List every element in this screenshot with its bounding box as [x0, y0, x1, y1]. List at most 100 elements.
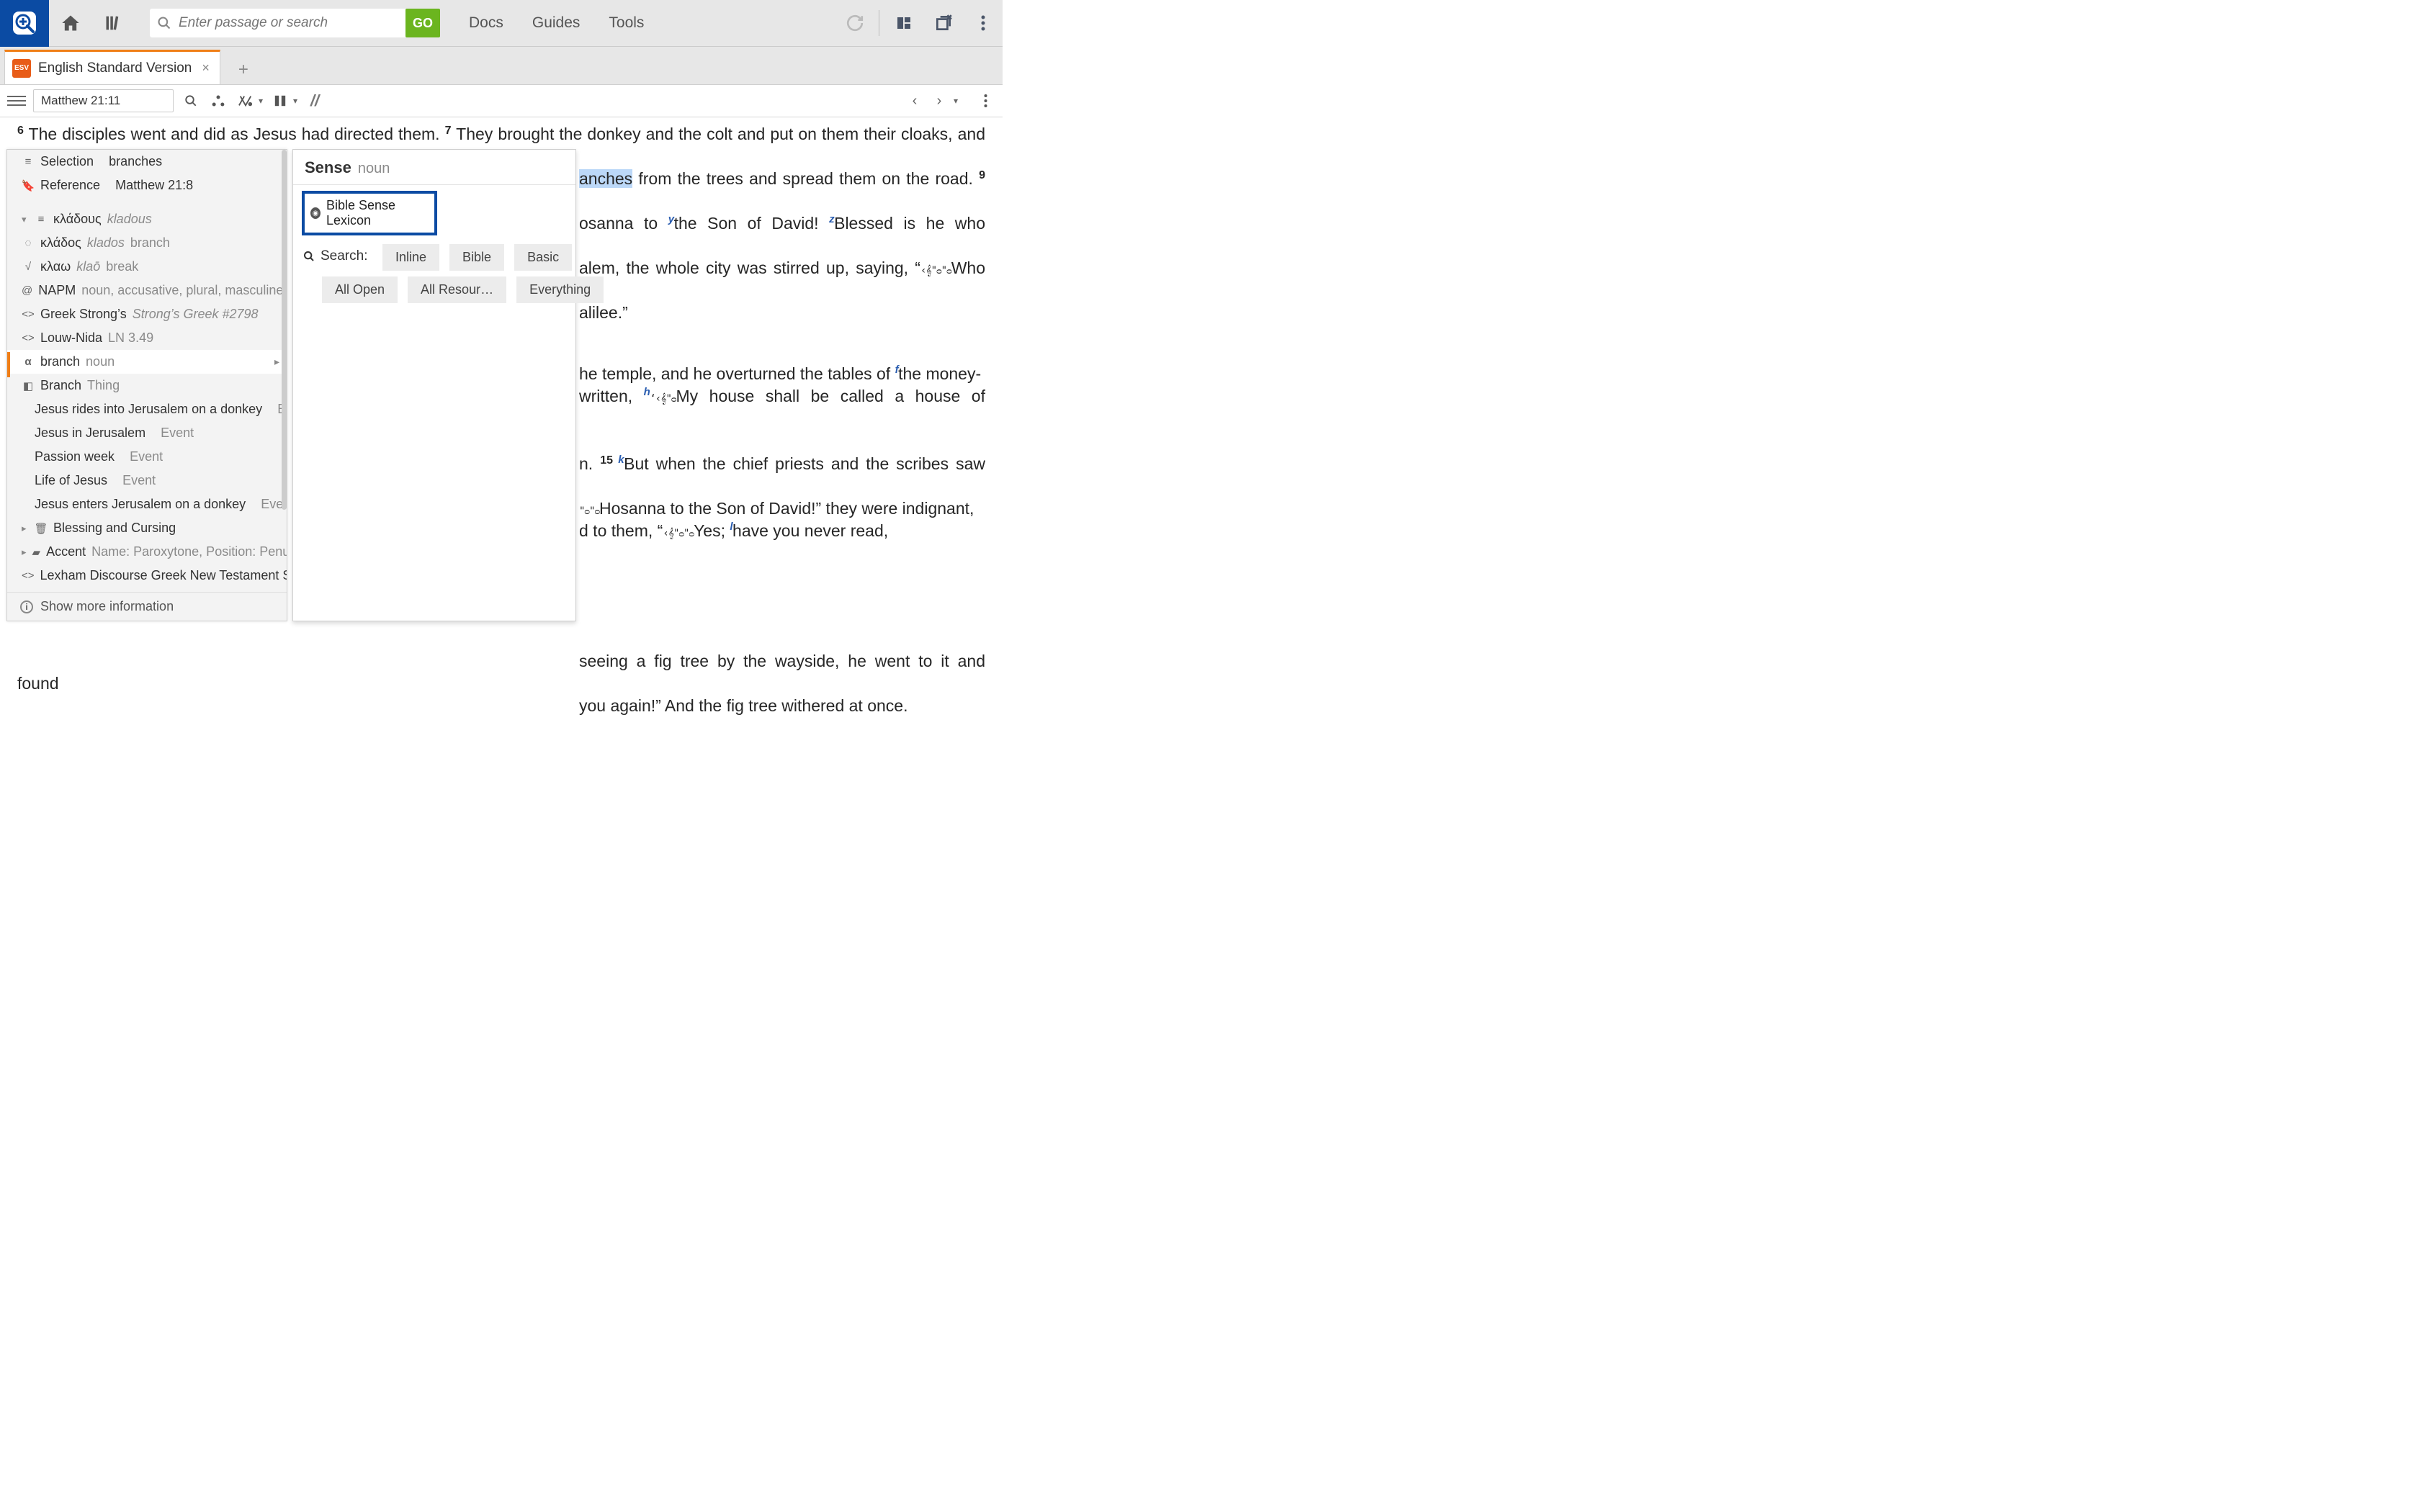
library-icon[interactable] [92, 0, 135, 47]
panel-menu-icon[interactable] [7, 96, 26, 106]
chip-row-2: All Open All Resour… Everything [293, 276, 575, 309]
caret-right-icon: ▸ [22, 523, 29, 534]
lines-icon: ≡ [22, 156, 35, 168]
footnote-marker[interactable]: y [668, 213, 674, 225]
alpha-icon: α [22, 356, 35, 368]
home-icon[interactable] [49, 0, 92, 47]
code-icon: <> [22, 570, 35, 582]
chevron-right-icon: ▸ [274, 356, 279, 368]
chip-all-resources[interactable]: All Resour… [408, 276, 506, 303]
tag-icon: ▰ [32, 546, 41, 559]
menu-tools[interactable]: Tools [609, 14, 644, 32]
global-search [150, 9, 405, 37]
sense-row[interactable]: α branch noun ▸ [7, 350, 287, 374]
thing-row[interactable]: ◧ Branch Thing [7, 374, 287, 397]
event-row[interactable]: Jesus in Jerusalem Event [7, 421, 287, 445]
nav-back-icon[interactable]: ‹ [905, 93, 925, 109]
lemma-row[interactable]: ◌ κλάδος klados branch [7, 231, 287, 255]
search-icon [150, 16, 179, 30]
search-label: Search: [303, 248, 367, 264]
audio-marker[interactable]: ‹𝄞"ᴑ"ᴑ [920, 265, 951, 276]
columns-button[interactable]: ▾ [270, 94, 297, 107]
menu-docs[interactable]: Docs [469, 14, 503, 32]
chip-everything[interactable]: Everything [516, 276, 604, 303]
right-tool-group [835, 0, 1003, 47]
at-icon: @ [22, 284, 32, 297]
visual-filter-icon[interactable] [208, 94, 228, 107]
main-menu: Docs Guides Tools [469, 14, 644, 32]
reference-input[interactable]: Matthew 21:11 [33, 89, 174, 112]
ring-icon: ◌ [22, 237, 35, 249]
trash-icon: 🗑 [35, 522, 48, 535]
interlinear-icon [236, 94, 256, 108]
chevron-down-icon: ▾ [259, 96, 263, 106]
verse-num: 7 [445, 125, 452, 137]
strongs-row[interactable]: <> Greek Strong’s Strong’s Greek #2798 [7, 302, 287, 326]
event-row[interactable]: Passion week Event [7, 445, 287, 469]
louw-nida-row[interactable]: <> Louw-Nida LN 3.49 [7, 326, 287, 350]
chip-bible[interactable]: Bible [449, 244, 504, 271]
root-row[interactable]: √ κλαω klaō break [7, 255, 287, 279]
sync-icon[interactable] [835, 0, 874, 47]
nav-forward-icon[interactable]: › [929, 93, 949, 109]
interlinear-button[interactable]: ▾ [236, 94, 263, 108]
close-icon[interactable]: × [202, 60, 210, 76]
verse-num: 9 [979, 169, 985, 181]
audio-marker[interactable]: ‹𝄞"ᴑ"ᴑ [663, 528, 694, 539]
search-panel-icon[interactable] [181, 94, 201, 107]
search-icon [303, 251, 315, 262]
highlighted-word[interactable]: anches [579, 169, 632, 188]
audio-marker[interactable]: "ᴑ"ᴑ [579, 505, 599, 517]
chip-inline[interactable]: Inline [382, 244, 439, 271]
menu-guides[interactable]: Guides [532, 14, 581, 32]
bookmark-icon: 🔖 [22, 179, 35, 192]
verse-paragraph: seeing a fig tree by the wayside, he wen… [17, 650, 985, 717]
blessing-row[interactable]: ▸ 🗑 Blessing and Cursing [7, 516, 287, 540]
bible-sense-lexicon-button[interactable]: ◉ Bible Sense Lexicon [302, 191, 437, 235]
accent-row[interactable]: ▸ ▰ Accent Name: Paroxytone, Position: P… [7, 540, 287, 564]
add-tab-button[interactable]: + [229, 55, 258, 84]
target-icon: ◉ [310, 207, 321, 219]
lemma-heading-row[interactable]: ▾ ≡ κλάδους kladous [7, 207, 287, 231]
columns-icon [270, 94, 290, 107]
search-input[interactable] [179, 9, 405, 37]
nav-menu-chevron-icon[interactable]: ▾ [954, 96, 958, 106]
morph-row[interactable]: @ NAPM noun, accusative, plural, masculi… [7, 279, 287, 302]
tab-esv[interactable]: ESV English Standard Version × [4, 50, 220, 84]
chip-all-open[interactable]: All Open [322, 276, 398, 303]
top-toolbar: GO Docs Guides Tools [0, 0, 1003, 47]
show-more-button[interactable]: i Show more information [7, 592, 287, 621]
verse-num: 15 [600, 454, 613, 467]
lexham-row[interactable]: <> Lexham Discourse Greek New Testament … [7, 564, 287, 588]
verse-num: 6 [17, 125, 24, 137]
event-row[interactable]: Jesus enters Jerusalem on a donkey Event [7, 492, 287, 516]
reference-row[interactable]: 🔖 Reference Matthew 21:8 [7, 174, 287, 197]
caret-down-icon: ▾ [22, 214, 29, 225]
selection-info-panel: ≡ Selection branches 🔖 Reference Matthew… [6, 149, 287, 621]
chip-basic[interactable]: Basic [514, 244, 572, 271]
code-icon: <> [22, 332, 35, 344]
info-icon: i [20, 600, 33, 613]
tab-title: English Standard Version [38, 60, 192, 76]
panel-kebab-icon[interactable] [975, 94, 995, 108]
layout-panels-icon[interactable] [884, 0, 923, 47]
lines-icon: ≡ [35, 213, 48, 225]
tab-strip: ESV English Standard Version × + [0, 47, 1003, 85]
parallel-icon[interactable]: // [305, 91, 325, 110]
event-row[interactable]: Life of Jesus Event [7, 469, 287, 492]
go-button[interactable]: GO [405, 9, 440, 37]
passage-toolbar: Matthew 21:11 ▾ ▾ // ‹ › ▾ [0, 85, 1003, 117]
caret-right-icon: ▸ [22, 546, 27, 558]
nav-group: ‹ › ▾ [905, 93, 995, 109]
code-icon: <> [22, 308, 35, 320]
kebab-menu-icon[interactable] [963, 0, 1003, 47]
close-panel-icon[interactable] [923, 0, 963, 47]
footnote-marker[interactable]: k [613, 454, 624, 466]
selected-indicator [7, 352, 10, 377]
event-row[interactable]: Jesus rides into Jerusalem on a donkey E… [7, 397, 287, 421]
selection-row[interactable]: ≡ Selection branches [7, 150, 287, 174]
audio-marker[interactable]: ‘‹𝄞"ᴑ [650, 393, 676, 405]
sense-header: Sense noun [293, 150, 575, 185]
root-icon: √ [22, 261, 35, 273]
app-logo[interactable] [0, 0, 49, 47]
